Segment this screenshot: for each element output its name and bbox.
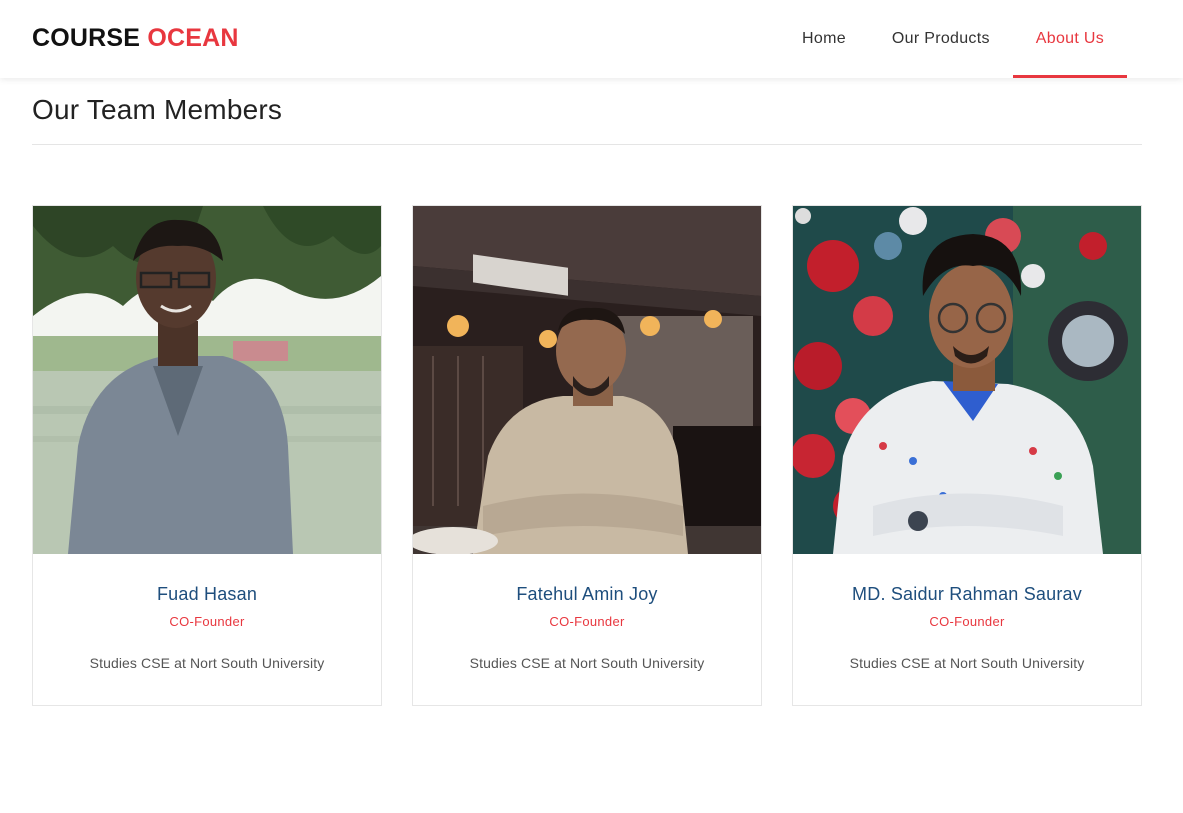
nav-item-home[interactable]: Home	[779, 0, 869, 78]
brand-name-part1: COURSE	[32, 24, 141, 52]
main-nav: Home Our Products About Us	[779, 0, 1128, 78]
member-role: CO-Founder	[929, 614, 1005, 629]
brand-name-part2: OCEAN	[147, 24, 239, 52]
member-description: Studies CSE at Nort South University	[89, 655, 325, 671]
team-member-card: Fuad Hasan CO-Founder Studies CSE at Nor…	[32, 205, 382, 706]
member-name: MD. Saidur Rahman Saurav	[852, 584, 1082, 604]
member-name: Fuad Hasan	[156, 584, 258, 604]
section-divider	[32, 144, 1142, 145]
nav-item-about-us[interactable]: About Us	[1012, 0, 1128, 78]
member-role: CO-Founder	[169, 614, 245, 629]
member-photo	[33, 206, 381, 554]
team-member-card: Fatehul Amin Joy CO-Founder Studies CSE …	[412, 205, 762, 706]
member-role: CO-Founder	[549, 614, 625, 629]
member-description: Studies CSE at Nort South University	[849, 655, 1085, 671]
member-description: Studies CSE at Nort South University	[469, 655, 705, 671]
team-member-card: MD. Saidur Rahman Saurav CO-Founder Stud…	[792, 205, 1142, 706]
site-header: COURSE OCEAN Home Our Products About Us	[0, 0, 1183, 78]
brand-logo[interactable]: COURSE OCEAN	[32, 24, 239, 53]
member-name: Fatehul Amin Joy	[516, 584, 658, 604]
member-photo	[793, 206, 1141, 554]
nav-item-our-products[interactable]: Our Products	[869, 0, 1013, 78]
page-title: Our Team Members	[32, 94, 283, 125]
member-photo	[413, 206, 761, 554]
